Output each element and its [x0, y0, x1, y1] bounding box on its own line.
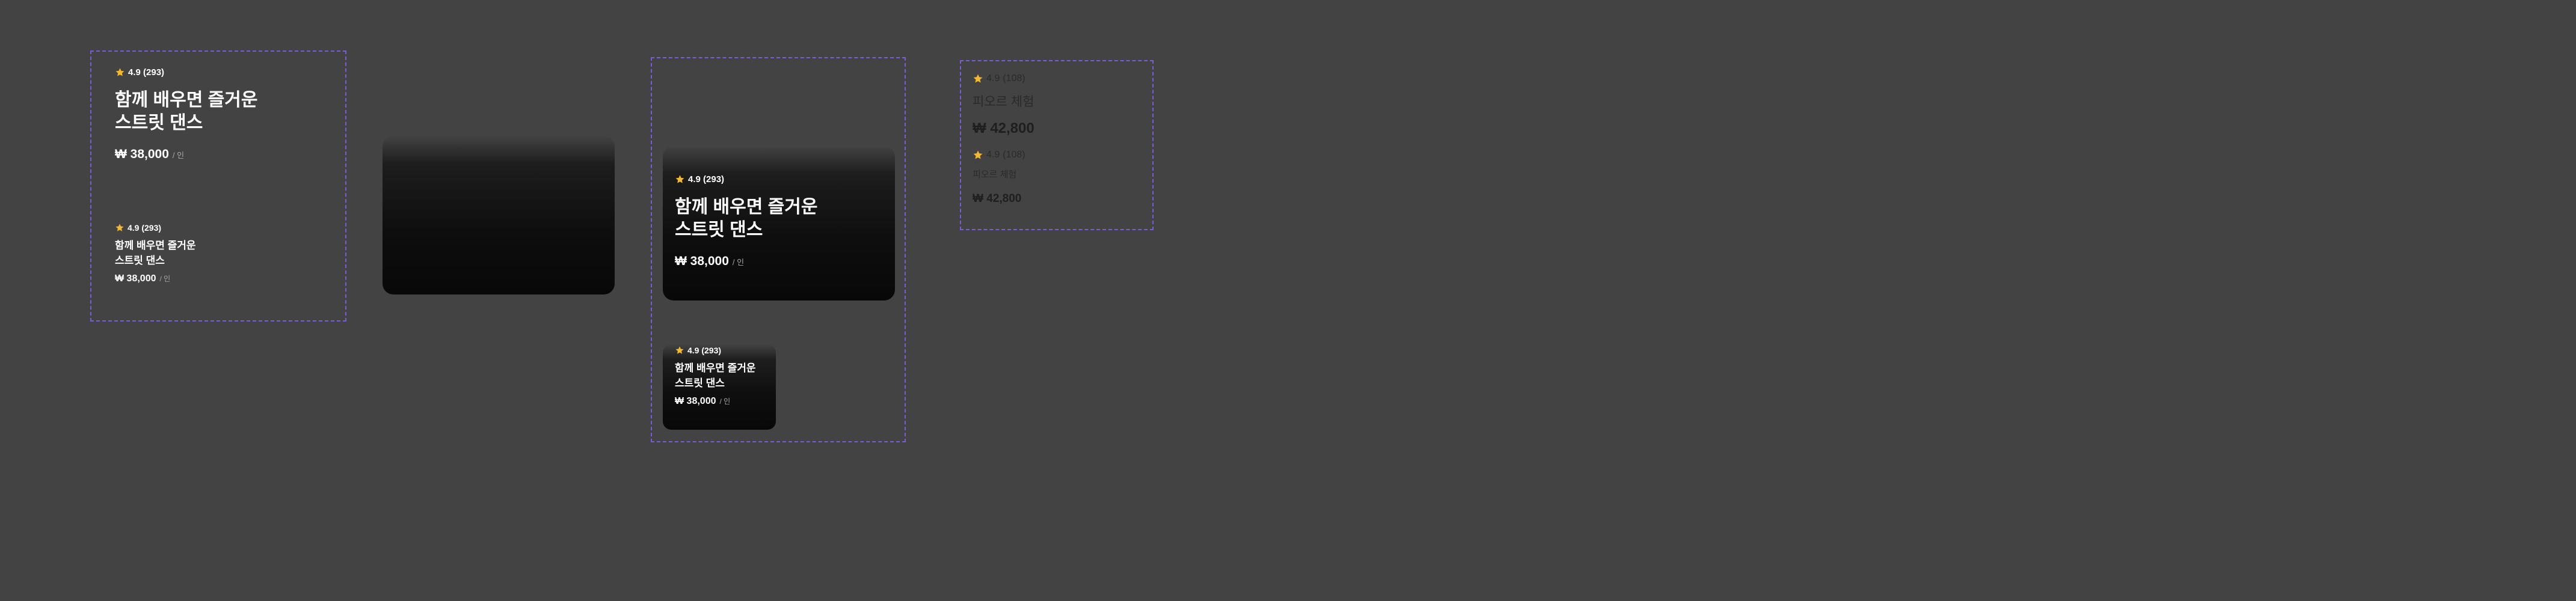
star-icon: [973, 73, 983, 84]
rating-value: 4.9: [986, 150, 1000, 160]
card-title: 피오르 체험: [973, 169, 1017, 180]
card-title: 함께 배우면 즐거운 스트릿 댄스: [675, 197, 818, 240]
rating-text: 4.9 (293): [688, 174, 725, 185]
price-unit: / 인: [719, 397, 731, 406]
product-card-large[interactable]: 4.9 (293) 함께 배우면 즐거운 스트릿 댄스 ₩ 38,000 / 인: [675, 174, 817, 269]
star-icon: [115, 223, 124, 233]
rating: 4.9 (108): [973, 73, 1034, 84]
price: ₩ 38,000 / 인: [675, 396, 756, 407]
price-value: ₩ 38,000: [115, 273, 156, 284]
star-icon: [973, 150, 983, 160]
price-value: ₩ 38,000: [675, 396, 716, 407]
rating: 4.9 (293): [115, 67, 257, 78]
rating: 4.9 (293): [675, 346, 756, 355]
price: ₩ 38,000 / 인: [115, 273, 196, 284]
product-card-small[interactable]: 4.9 (293) 함께 배우면 즐거운 스트릿 댄스 ₩ 38,000 / 인: [675, 346, 756, 407]
minimal-card-small[interactable]: 4.9 (108) 피오르 체험 ₩ 42,800: [973, 150, 1025, 206]
rating: 4.9 (108): [973, 150, 1025, 160]
star-icon: [675, 346, 684, 355]
rating-value: 4.9: [986, 73, 1000, 84]
review-count: (108): [1003, 150, 1025, 160]
price-unit: / 인: [159, 275, 171, 284]
card-gradient-background: [383, 136, 615, 294]
rating: 4.9 (293): [675, 174, 817, 185]
star-icon: [115, 67, 125, 78]
price-unit: / 인: [732, 258, 745, 267]
price-value: ₩ 42,800: [973, 120, 1034, 136]
price: ₩ 38,000 / 인: [675, 254, 817, 269]
price-value: ₩ 38,000: [115, 147, 169, 162]
rating: 4.9 (293): [115, 223, 196, 233]
card-title: 피오르 체험: [973, 95, 1034, 109]
card-title: 함께 배우면 즐거운 스트릿 댄스: [675, 362, 756, 389]
price-unit: / 인: [172, 151, 185, 160]
card-title: 함께 배우면 즐거운 스트릿 댄스: [115, 90, 258, 133]
rating-text: 4.9 (293): [128, 223, 162, 233]
rating-text: 4.9 (293): [687, 346, 722, 355]
price-value: ₩ 42,800: [973, 192, 1022, 205]
review-count: (108): [1003, 73, 1025, 84]
minimal-card-large[interactable]: 4.9 (108) 피오르 체험 ₩ 42,800: [973, 73, 1034, 137]
product-card-small[interactable]: 4.9 (293) 함께 배우면 즐거운 스트릿 댄스 ₩ 38,000 / 인: [115, 223, 196, 284]
price: ₩ 38,000 / 인: [115, 147, 257, 162]
price-value: ₩ 38,000: [675, 254, 729, 269]
star-icon: [675, 174, 685, 185]
product-card-large[interactable]: 4.9 (293) 함께 배우면 즐거운 스트릿 댄스 ₩ 38,000 / 인: [115, 67, 257, 162]
rating-text: 4.9 (293): [128, 67, 165, 78]
card-title: 함께 배우면 즐거운 스트릿 댄스: [115, 240, 196, 266]
